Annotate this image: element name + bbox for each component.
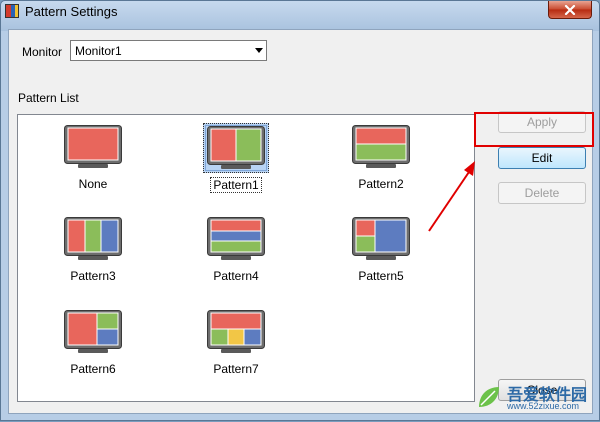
window-title: Pattern Settings xyxy=(25,4,118,19)
chevron-down-icon xyxy=(255,48,263,53)
title-bar[interactable]: Pattern Settings xyxy=(1,1,599,21)
pattern-item[interactable]: Pattern6 xyxy=(23,308,163,398)
monitor-dropdown[interactable]: Monitor1 xyxy=(70,40,267,61)
monitor-label: Monitor xyxy=(22,45,63,59)
close-icon xyxy=(564,4,576,15)
pattern-settings-window: Pattern Settings Monitor Monitor1 Patter… xyxy=(0,0,600,421)
pattern-item[interactable]: Pattern3 xyxy=(23,215,163,305)
pattern-list-label: Pattern List xyxy=(18,91,79,105)
monitor-icon xyxy=(60,123,126,173)
pattern-name: Pattern5 xyxy=(358,269,404,283)
monitor-selected-value: Monitor1 xyxy=(75,44,122,58)
pattern-name: Pattern1 xyxy=(210,177,262,193)
pattern-name: Pattern7 xyxy=(213,362,259,376)
leaf-logo-icon xyxy=(479,387,499,407)
pattern-name: Pattern2 xyxy=(358,177,404,191)
monitor-icon xyxy=(203,308,269,358)
watermark-url: www.52zixue.com xyxy=(507,401,580,411)
monitor-icon xyxy=(60,215,126,265)
monitor-icon xyxy=(203,215,269,265)
pattern-item[interactable]: None xyxy=(23,123,163,213)
pattern-list[interactable]: None Pattern1 Pattern2 Pattern3 Pattern4 Patt… xyxy=(17,114,475,402)
monitor-icon xyxy=(60,308,126,358)
pattern-name: Pattern6 xyxy=(70,362,116,376)
pattern-name: Pattern4 xyxy=(213,269,259,283)
monitor-icon xyxy=(203,123,269,173)
edit-button-label: Edit xyxy=(531,151,553,165)
delete-button[interactable]: Delete xyxy=(498,182,586,204)
app-icon xyxy=(5,4,19,18)
pattern-item[interactable]: Pattern5 xyxy=(311,215,451,305)
edit-button[interactable]: Edit xyxy=(498,147,586,169)
pattern-name: Pattern3 xyxy=(70,269,116,283)
dialog-body: Monitor Monitor1 Pattern List None Patter… xyxy=(8,29,593,414)
delete-button-label: Delete xyxy=(524,186,560,200)
pattern-item[interactable]: Pattern2 xyxy=(311,123,451,213)
watermark: 吾爱软件园 www.52zixue.com xyxy=(471,371,600,422)
monitor-icon xyxy=(348,123,414,173)
window-close-button[interactable] xyxy=(548,1,592,19)
pattern-item[interactable]: Pattern1 xyxy=(166,123,306,213)
edit-highlight-box xyxy=(474,112,594,147)
monitor-icon xyxy=(348,215,414,265)
pattern-item[interactable]: Pattern7 xyxy=(166,308,306,398)
pattern-name: None xyxy=(78,177,108,191)
pattern-item[interactable]: Pattern4 xyxy=(166,215,306,305)
